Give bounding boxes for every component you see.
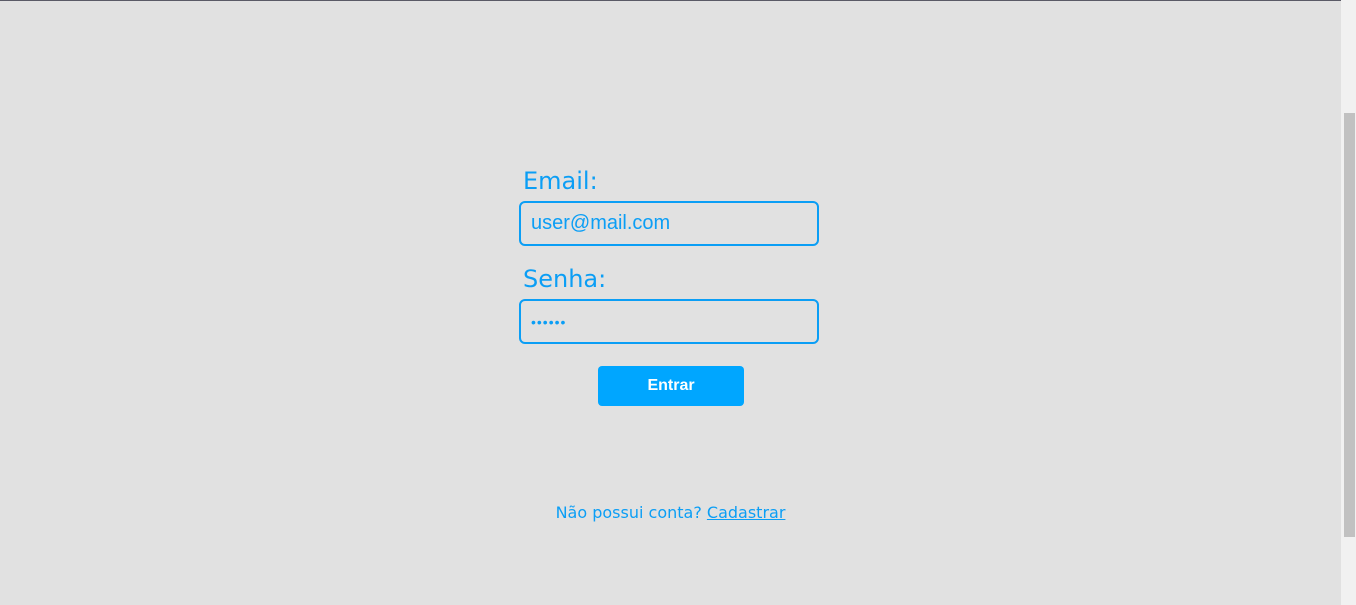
- password-field[interactable]: [519, 299, 819, 344]
- vertical-scrollbar[interactable]: [1341, 0, 1356, 605]
- login-form: Email: Senha: Entrar: [519, 166, 819, 406]
- window-top-border: [0, 0, 1341, 1]
- signup-prompt-text: Não possui conta?: [555, 503, 702, 522]
- login-page: Email: Senha: Entrar Não possui conta? C…: [0, 0, 1356, 605]
- login-button[interactable]: Entrar: [598, 366, 744, 406]
- scrollbar-thumb[interactable]: [1344, 113, 1355, 537]
- signup-prompt: Não possui conta? Cadastrar: [0, 502, 1341, 524]
- email-field[interactable]: [519, 201, 819, 246]
- email-label: Email:: [523, 167, 598, 195]
- signup-link[interactable]: Cadastrar: [707, 503, 786, 522]
- password-label: Senha:: [523, 265, 607, 293]
